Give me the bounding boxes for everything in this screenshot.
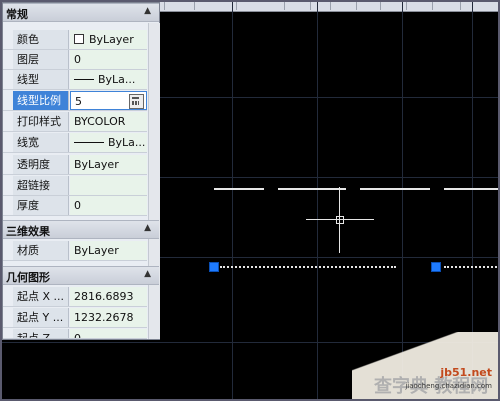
toolbar-button[interactable]	[460, 2, 461, 10]
prop-value-text: ByLa...	[108, 136, 146, 149]
prop-row-lineweight[interactable]: 线宽 ByLa...	[3, 133, 147, 153]
toolbar-button[interactable]	[432, 2, 433, 10]
prop-value[interactable]: ByLayer	[70, 241, 147, 260]
prop-row-start-y[interactable]: 起点 Y ... 1232.2678	[3, 308, 147, 328]
prop-label: 起点 X ...	[13, 287, 69, 306]
prop-value[interactable]: 1232.2678	[70, 308, 147, 327]
toolbar-button[interactable]	[356, 2, 357, 10]
cad-window: 常规 ▲ 颜色 ByLayer 图层 0 线型 ByLa... 线型比例 5 打…	[0, 0, 500, 401]
prop-label: 超链接	[13, 176, 69, 195]
prop-value-text: 5	[75, 95, 82, 108]
prop-value[interactable]	[70, 176, 147, 195]
properties-palette: 常规 ▲ 颜色 ByLayer 图层 0 线型 ByLa... 线型比例 5 打…	[2, 2, 160, 340]
prop-value[interactable]: 2816.6893	[70, 287, 147, 306]
section-geometry-header[interactable]: 几何图形 ▲	[3, 266, 159, 285]
color-swatch-icon	[74, 34, 84, 44]
prop-label: 打印样式	[13, 112, 69, 131]
toolbar-button[interactable]	[284, 2, 285, 10]
calculator-icon[interactable]	[129, 94, 144, 109]
linetype-preview-icon	[74, 79, 94, 80]
prop-row-linetype[interactable]: 线型 ByLa...	[3, 70, 147, 90]
prop-value[interactable]: 0	[70, 329, 147, 338]
lineweight-preview-icon	[74, 142, 104, 143]
prop-row-start-z[interactable]: 起点 Z ... 0	[3, 329, 147, 339]
section-title: 三维效果	[6, 225, 50, 238]
prop-label: 厚度	[13, 196, 69, 215]
prop-row-start-x[interactable]: 起点 X ... 2816.6893	[3, 287, 147, 307]
section-title: 几何图形	[6, 271, 50, 284]
linetype-scale-input[interactable]: 5	[70, 91, 147, 110]
prop-row-hyperlink[interactable]: 超链接	[3, 176, 147, 196]
prop-label: 颜色	[13, 30, 69, 49]
prop-row-plotstyle[interactable]: 打印样式 BYCOLOR	[3, 112, 147, 132]
prop-value[interactable]: ByLayer	[70, 30, 147, 49]
prop-label: 线型比例	[13, 91, 69, 110]
watermark-site-small: jiaocheng.chazidian.com	[405, 382, 492, 390]
grip-midpoint[interactable]	[431, 262, 441, 272]
collapse-arrow-icon[interactable]: ▲	[144, 6, 151, 16]
toolbar-button[interactable]	[406, 2, 407, 10]
prop-label: 起点 Y ...	[13, 308, 69, 327]
prop-value[interactable]: ByLayer	[70, 155, 147, 174]
prop-label: 线宽	[13, 133, 69, 152]
prop-value[interactable]: ByLa...	[70, 133, 147, 152]
prop-label: 透明度	[13, 155, 69, 174]
prop-row-color[interactable]: 颜色 ByLayer	[3, 30, 147, 50]
toolbar-button[interactable]	[310, 2, 311, 10]
check-icon[interactable]	[330, 2, 331, 10]
prop-row-layer[interactable]: 图层 0	[3, 50, 147, 70]
section-general-header[interactable]: 常规 ▲	[3, 3, 159, 22]
prop-label: 起点 Z ...	[13, 329, 69, 338]
collapse-arrow-icon[interactable]: ▲	[144, 223, 151, 233]
collapse-arrow-icon[interactable]: ▲	[144, 269, 151, 279]
prop-label: 材质	[13, 241, 69, 260]
toolbar-button[interactable]	[194, 2, 195, 10]
prop-value[interactable]: BYCOLOR	[70, 112, 147, 131]
prop-value[interactable]: ByLa...	[70, 70, 147, 89]
section-3d-effects-header[interactable]: 三维效果 ▲	[3, 220, 159, 239]
grip-start[interactable]	[209, 262, 219, 272]
toolbar-button[interactable]	[236, 2, 237, 10]
watermark-site: jb51.net	[440, 366, 492, 379]
prop-value-text: ByLa...	[98, 73, 136, 86]
prop-row-material[interactable]: 材质 ByLayer	[3, 241, 147, 261]
prop-value-text: ByLayer	[89, 33, 134, 46]
palette-scrollbar[interactable]	[148, 23, 160, 339]
toolbar-button[interactable]	[164, 2, 165, 10]
prop-value[interactable]: 0	[70, 50, 147, 69]
prop-label: 图层	[13, 50, 69, 69]
section-title: 常规	[6, 8, 28, 21]
prop-row-transparency[interactable]: 透明度 ByLayer	[3, 155, 147, 175]
prop-row-linetype-scale[interactable]: 线型比例 5	[3, 91, 147, 111]
prop-value[interactable]: 0	[70, 196, 147, 215]
toolbar-button[interactable]	[380, 2, 381, 10]
toolbar-strip	[160, 2, 498, 12]
prop-row-thickness[interactable]: 厚度 0	[3, 196, 147, 216]
prop-label: 线型	[13, 70, 69, 89]
